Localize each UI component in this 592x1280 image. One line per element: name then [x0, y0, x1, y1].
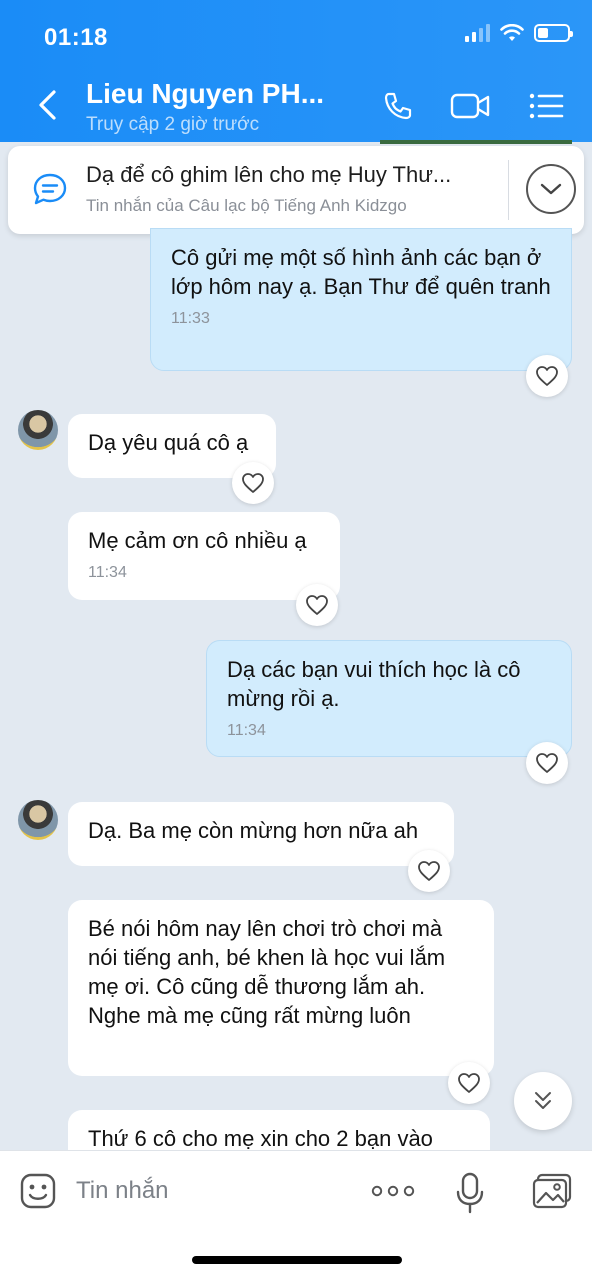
pinned-text: Dạ để cô ghim lên cho mẹ Huy Thư...: [86, 162, 452, 187]
message-text: Dạ các bạn vui thích học là cô mừng rồi …: [227, 657, 521, 711]
divider: [508, 160, 509, 220]
expand-pinned-button[interactable]: [526, 164, 576, 214]
chat-header: 01:18 Lieu Nguyen PH... Truy cập 2 giờ t…: [0, 0, 592, 142]
sticker-button[interactable]: [18, 1169, 58, 1213]
voice-record-button[interactable]: [450, 1169, 490, 1217]
message-bubble-incoming[interactable]: Bé nói hôm nay lên chơi trò chơi mà nói …: [68, 900, 494, 1076]
heart-icon: [418, 861, 440, 881]
signal-icon: [465, 24, 490, 42]
scroll-to-bottom-button[interactable]: [514, 1072, 572, 1130]
message-text: Bé nói hôm nay lên chơi trò chơi mà nói …: [88, 916, 446, 1028]
react-button[interactable]: [526, 742, 568, 784]
chevron-down-icon: [540, 183, 562, 195]
heart-icon: [536, 366, 558, 386]
message-time: 11:33: [171, 310, 210, 327]
wifi-icon: [500, 24, 524, 41]
pinned-subtitle: Tin nhắn của Câu lạc bộ Tiếng Anh Kidzgo: [86, 196, 407, 215]
react-button[interactable]: [448, 1062, 490, 1104]
chat-bubble-icon: [33, 173, 67, 205]
double-chevron-down-icon: [535, 1092, 551, 1109]
heart-icon: [242, 473, 264, 493]
message-bubble-outgoing[interactable]: Cô gửi mẹ một số hình ảnh các bạn ở lớp …: [150, 228, 572, 371]
more-dots-icon: [371, 1185, 415, 1197]
list-menu-icon: [529, 93, 564, 119]
status-icons: [465, 24, 573, 42]
message-input[interactable]: Tin nhắn: [76, 1177, 169, 1205]
image-picker-button[interactable]: [530, 1169, 574, 1213]
message-text: Dạ yêu quá cô ạ: [88, 430, 249, 455]
message-time: 11:34: [88, 564, 127, 581]
message-bubble-incoming[interactable]: Mẹ cảm ơn cô nhiều ạ 11:34: [68, 512, 340, 600]
avatar[interactable]: [18, 410, 58, 450]
more-options-button[interactable]: [368, 1169, 418, 1213]
chevron-left-icon: [39, 90, 56, 120]
avatar[interactable]: [18, 800, 58, 840]
react-button[interactable]: [296, 584, 338, 626]
decorative-strip: [380, 140, 572, 144]
status-time: 01:18: [44, 24, 108, 51]
home-indicator: [192, 1256, 402, 1264]
message-text: Thứ 6 cô cho mẹ xin cho 2 bạn vào: [88, 1126, 433, 1151]
video-camera-icon: [450, 93, 490, 119]
sticker-icon: [20, 1173, 56, 1209]
microphone-icon: [456, 1172, 484, 1214]
message-text: Cô gửi mẹ một số hình ảnh các bạn ở lớp …: [171, 245, 551, 299]
message-text: Dạ. Ba mẹ còn mừng hơn nữa ah: [88, 818, 419, 843]
battery-icon: [534, 24, 573, 42]
menu-button[interactable]: [524, 84, 568, 128]
message-time: 11:34: [227, 722, 266, 739]
last-seen-status: Truy cập 2 giờ trước: [86, 114, 260, 135]
phone-icon: [384, 92, 412, 120]
heart-icon: [458, 1073, 480, 1093]
contact-name[interactable]: Lieu Nguyen PH...: [86, 78, 324, 110]
react-button[interactable]: [232, 462, 274, 504]
react-button[interactable]: [408, 850, 450, 892]
voice-call-button[interactable]: [376, 84, 420, 128]
back-button[interactable]: [30, 86, 64, 124]
video-call-button[interactable]: [448, 84, 492, 128]
react-button[interactable]: [526, 355, 568, 397]
image-icon: [532, 1173, 572, 1209]
heart-icon: [306, 595, 328, 615]
message-text: Mẹ cảm ơn cô nhiều ạ: [88, 528, 307, 553]
message-bubble-incoming[interactable]: Dạ. Ba mẹ còn mừng hơn nữa ah: [68, 802, 454, 866]
heart-icon: [536, 753, 558, 773]
message-bubble-outgoing[interactable]: Dạ các bạn vui thích học là cô mừng rồi …: [206, 640, 572, 757]
pinned-message[interactable]: Dạ để cô ghim lên cho mẹ Huy Thư... Tin …: [8, 146, 584, 234]
